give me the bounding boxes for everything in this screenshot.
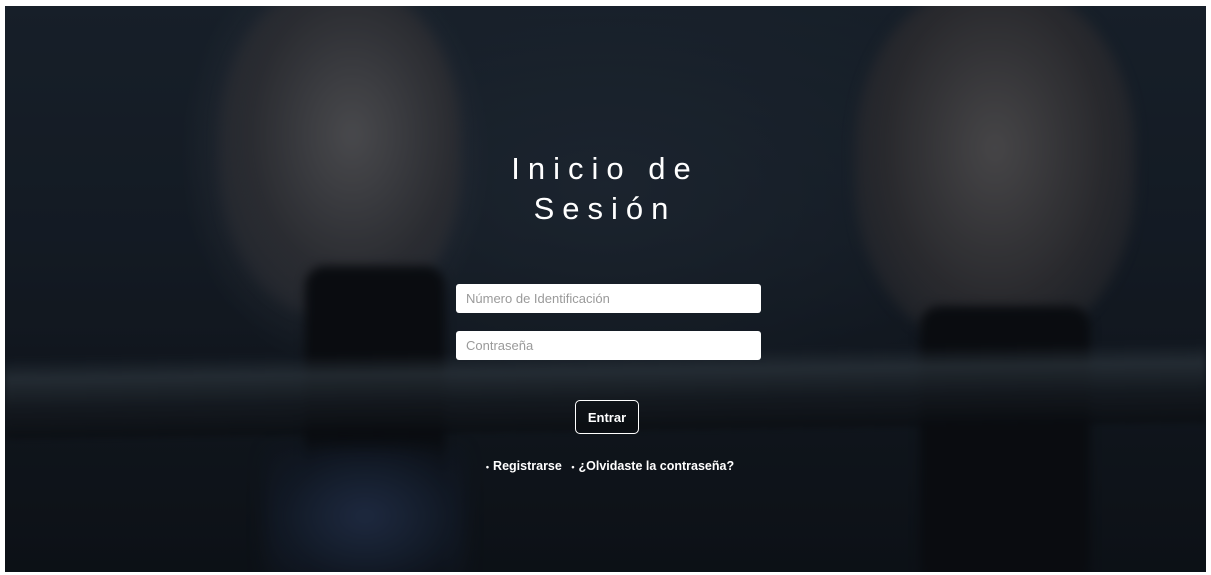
forgot-password-link-item: • ¿Olvidaste la contraseña?	[571, 459, 734, 473]
bullet-icon: •	[485, 461, 490, 472]
page-title-line1: Inicio de	[511, 151, 699, 186]
id-number-input[interactable]	[456, 284, 761, 313]
password-input[interactable]	[456, 331, 761, 360]
bullet-icon: •	[571, 461, 575, 472]
page-title: Inicio de Sesión	[405, 149, 805, 229]
register-link[interactable]: Registrarse	[493, 459, 562, 473]
page-title-line2: Sesión	[533, 191, 677, 226]
register-link-item: • Registrarse	[486, 459, 562, 473]
login-button[interactable]: Entrar	[575, 400, 639, 434]
login-panel: Inicio de Sesión Entrar •Registrarse •¿O…	[5, 6, 1206, 572]
forgot-password-link[interactable]: ¿Olvidaste la contraseña?	[578, 459, 734, 473]
page-viewport: Inicio de Sesión Entrar •Registrarse •¿O…	[5, 6, 1206, 572]
auth-links: • Registrarse • ¿Olvidaste la contraseña?	[405, 459, 815, 473]
